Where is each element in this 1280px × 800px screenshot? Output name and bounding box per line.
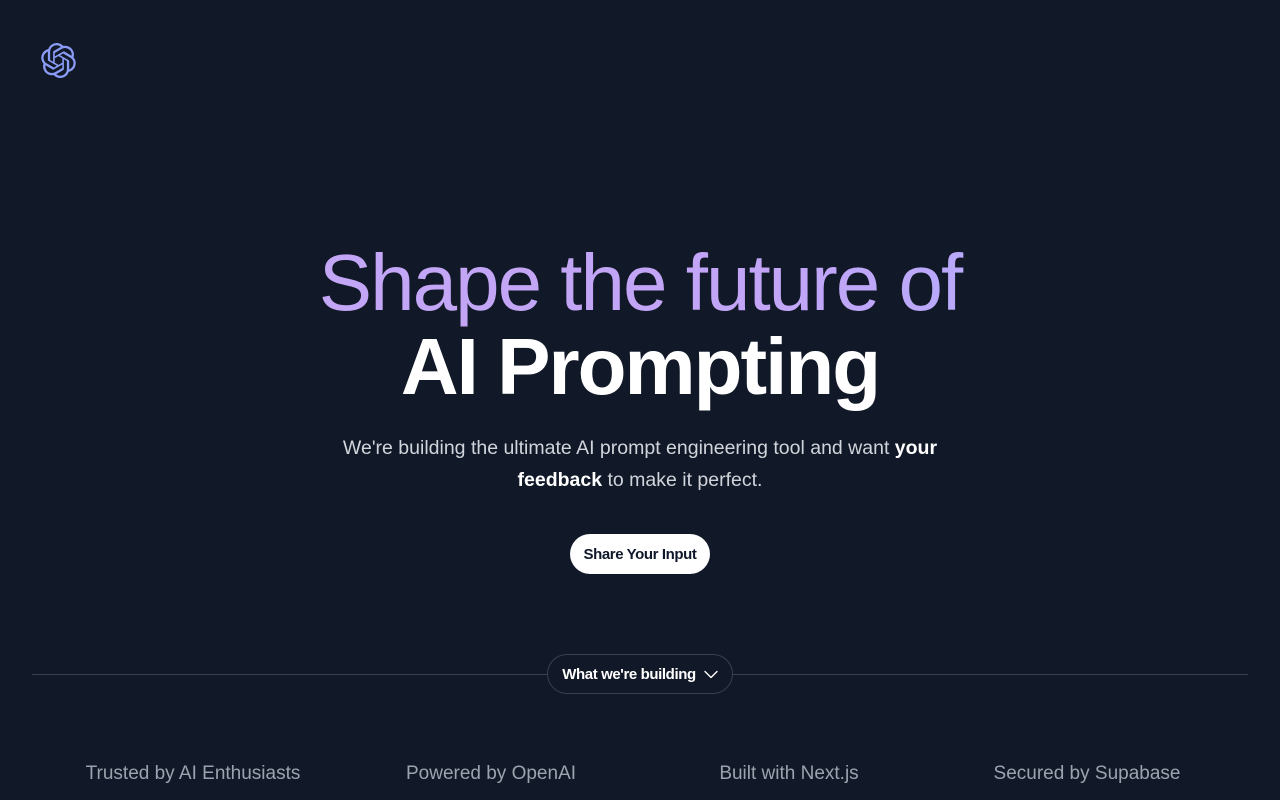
badge-supabase: Secured by Supabase — [993, 763, 1181, 784]
hero-headline: Shape the future of AI Prompting — [0, 238, 1280, 411]
landing-page: Shape the future of AI Prompting We're b… — [0, 0, 1280, 800]
subtitle-text: We're building the ultimate AI prompt en… — [342, 437, 895, 459]
share-input-button[interactable]: Share Your Input — [570, 534, 710, 574]
headline-line-2: AI Prompting — [400, 322, 881, 411]
subtitle-text-end: to make it perfect. — [602, 469, 763, 491]
hero-subtitle: We're building the ultimate AI prompt en… — [340, 432, 940, 496]
headline-line-1: Shape the future of — [0, 238, 1280, 328]
badge-trusted: Trusted by AI Enthusiasts — [85, 763, 301, 784]
hero: Shape the future of AI Prompting We're b… — [0, 238, 1280, 496]
what-we-are-building-toggle[interactable]: What we're building — [547, 654, 733, 694]
chevron-down-icon — [704, 670, 718, 678]
trust-badges: Trusted by AI Enthusiasts Powered by Ope… — [0, 762, 1280, 786]
badge-openai: Powered by OpenAI — [405, 763, 577, 784]
badge-nextjs: Built with Next.js — [719, 763, 859, 784]
openai-logo-icon[interactable] — [41, 43, 76, 78]
toggle-label: What we're building — [562, 665, 696, 683]
